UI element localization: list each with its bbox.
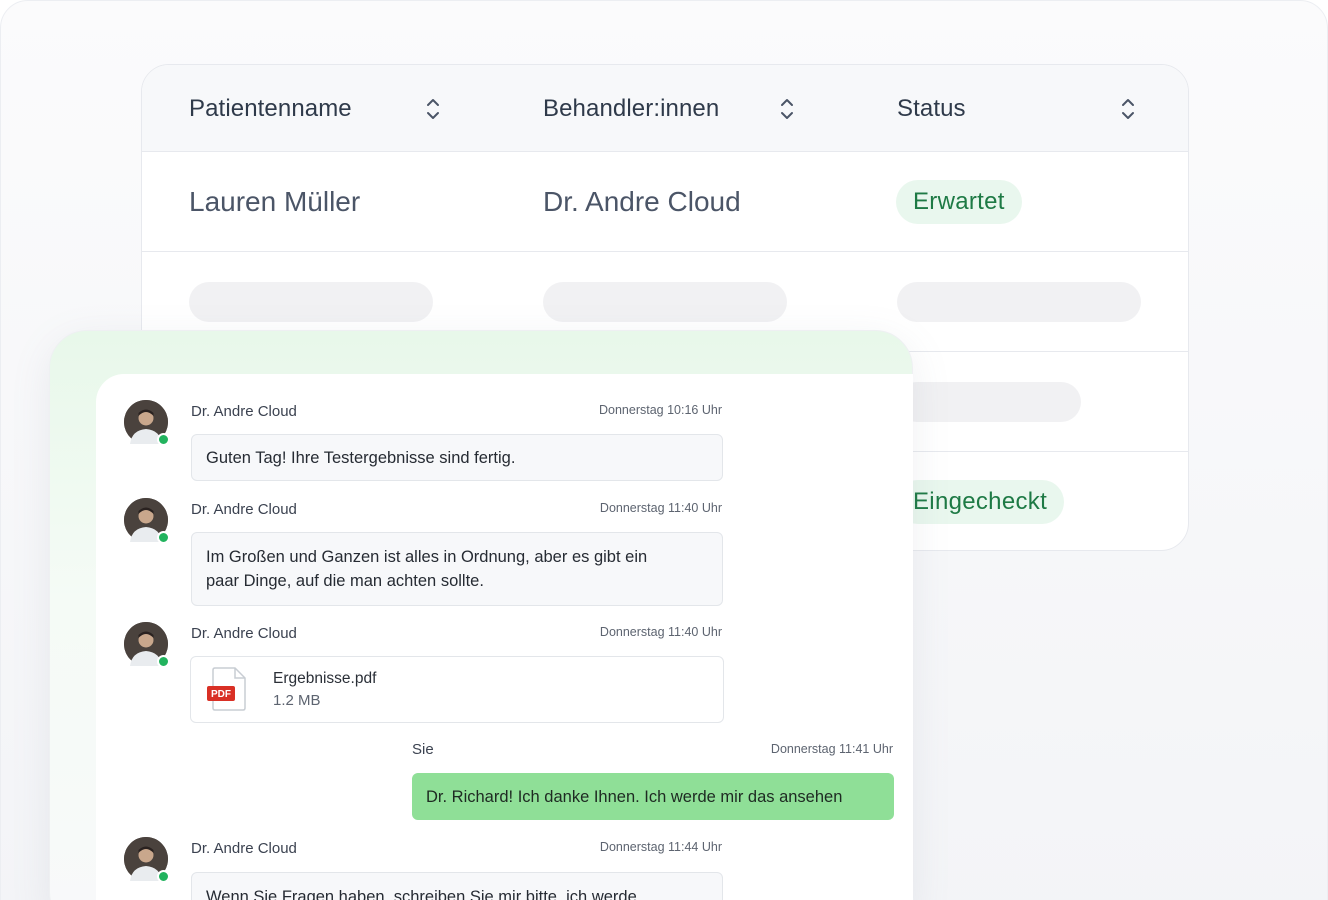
message-text: Im Großen und Ganzen ist alles in Ordnun… [206, 548, 648, 566]
practitioner-name: Dr. Andre Cloud [543, 186, 741, 217]
message-time: Donnerstag 11:44 Uhr [599, 840, 722, 854]
table-row[interactable]: Lauren Müller Dr. Andre Cloud Erwartet [142, 152, 1188, 252]
table-header: Patientenname Behandler:innen Status [142, 65, 1188, 152]
file-name: Ergebnisse.pdf [273, 670, 377, 687]
message-time: Donnerstag 11:40 Uhr [599, 625, 722, 639]
message-text: Dr. Richard! Ich danke Ihnen. Ich werde … [426, 787, 843, 806]
message-sender-self: Sie [412, 741, 434, 758]
message-text: Wenn Sie Fragen haben, schreiben Sie mir… [206, 888, 637, 900]
patient-name: Lauren Müller [189, 186, 361, 217]
message-time: Donnerstag 11:40 Uhr [599, 501, 722, 515]
message-sender: Dr. Andre Cloud [191, 840, 297, 857]
avatar[interactable] [124, 400, 170, 446]
sort-updown-icon[interactable] [425, 96, 441, 122]
column-label-patient: Patientenname [189, 94, 352, 122]
own-message-bubble[interactable]: Dr. Richard! Ich danke Ihnen. Ich werde … [412, 773, 894, 820]
avatar[interactable] [124, 622, 170, 668]
message-bubble[interactable]: Wenn Sie Fragen haben, schreiben Sie mir… [191, 872, 723, 900]
online-status-dot [157, 655, 170, 668]
online-status-dot [157, 870, 170, 883]
pdf-badge-text: PDF [211, 689, 231, 700]
online-status-dot [157, 531, 170, 544]
column-label-status: Status [897, 94, 966, 122]
sort-updown-icon[interactable] [779, 96, 795, 122]
message-bubble[interactable]: Im Großen und Ganzen ist alles in Ordnun… [191, 532, 723, 606]
status-badge: Eingecheckt [896, 480, 1065, 524]
message-text: paar Dinge, auf die man achten sollte. [206, 572, 484, 590]
message-time: Donnerstag 10:16 Uhr [599, 403, 722, 417]
column-header-practitioner[interactable]: Behandler:innen [543, 65, 719, 152]
message-bubble[interactable]: Guten Tag! Ihre Testergebnisse sind fert… [191, 434, 723, 481]
skeleton-placeholder [189, 282, 433, 322]
column-header-status[interactable]: Status [897, 65, 966, 152]
skeleton-placeholder [543, 282, 787, 322]
status-badge: Erwartet [896, 180, 1022, 224]
file-attachment[interactable]: PDF Ergebnisse.pdf 1.2 MB [190, 656, 724, 723]
skeleton-placeholder [897, 282, 1141, 322]
message-sender: Dr. Andre Cloud [191, 501, 297, 518]
skeleton-placeholder [897, 382, 1081, 422]
message-text: Guten Tag! Ihre Testergebnisse sind fert… [206, 448, 516, 467]
message-sender: Dr. Andre Cloud [191, 625, 297, 642]
online-status-dot [157, 433, 170, 446]
pdf-file-icon: PDF [207, 667, 246, 711]
column-header-patient[interactable]: Patientenname [189, 65, 352, 152]
sort-updown-icon[interactable] [1120, 96, 1136, 122]
chat-thread[interactable]: Dr. Andre Cloud Donnerstag 10:16 Uhr Gut… [96, 374, 913, 900]
message-time: Donnerstag 11:41 Uhr [770, 742, 893, 756]
avatar[interactable] [124, 498, 170, 544]
message-sender: Dr. Andre Cloud [191, 403, 297, 420]
column-label-practitioner: Behandler:innen [543, 94, 720, 122]
avatar[interactable] [124, 837, 170, 883]
file-size: 1.2 MB [273, 692, 321, 709]
